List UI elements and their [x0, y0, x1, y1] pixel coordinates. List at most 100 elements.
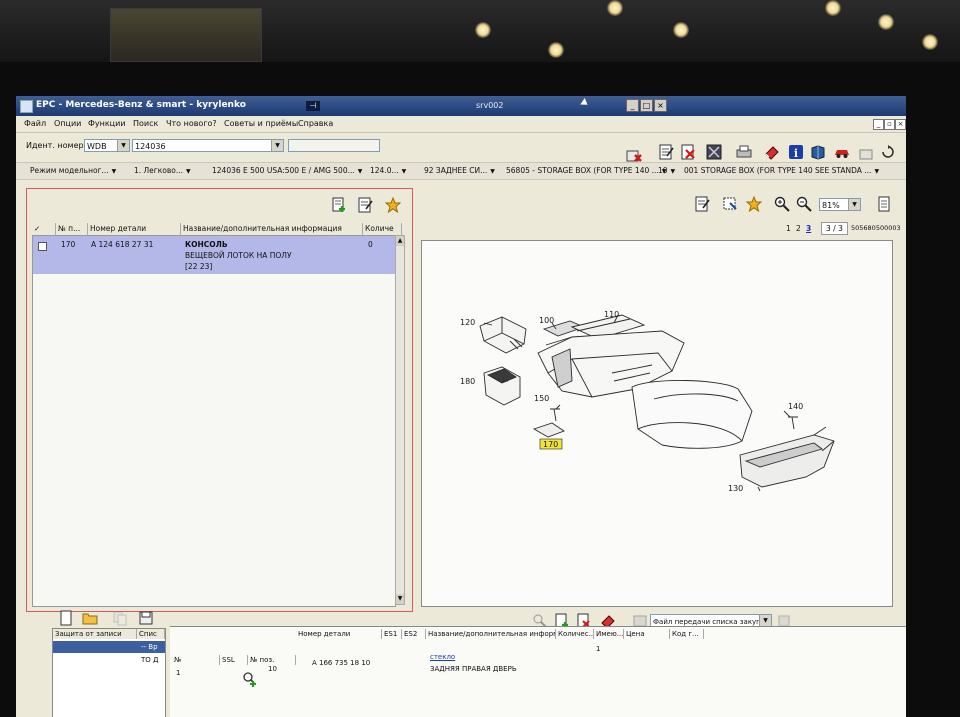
- table-row[interactable]: 170 A 124 618 27 31 КОНСОЛЬ ВЕЩЕВОЙ ЛОТО…: [33, 236, 395, 274]
- add-to-list-icon[interactable]: [331, 197, 347, 213]
- pin-icon[interactable]: ⊣: [306, 101, 320, 111]
- row-part-number: A 166 735 18 10: [312, 659, 371, 667]
- chevron-down-icon: ▼: [670, 168, 676, 175]
- zoom-in-icon[interactable]: [774, 196, 790, 212]
- menu-tips[interactable]: Советы и приёмы: [224, 119, 298, 128]
- info-icon[interactable]: i: [788, 144, 804, 160]
- column-quantity[interactable]: Количе: [363, 223, 402, 235]
- application-window: EPC - Mercedes-Benz & smart - kyrylenko …: [16, 96, 906, 717]
- list-item[interactable]: -- Вр: [53, 641, 165, 653]
- callout-label[interactable]: 130: [728, 484, 743, 493]
- mdi-minimize-button[interactable]: _: [873, 119, 884, 130]
- notes-icon[interactable]: [357, 197, 373, 213]
- exit-icon[interactable]: [880, 144, 896, 160]
- star-icon[interactable]: [385, 197, 401, 213]
- scroll-down-icon[interactable]: ▼: [396, 594, 404, 604]
- column-part-number[interactable]: Номер детали: [296, 629, 382, 639]
- menu-file[interactable]: Файл: [24, 119, 46, 128]
- save-icon[interactable]: [138, 610, 154, 626]
- menu-options[interactable]: Опции: [54, 119, 81, 128]
- copy-icon[interactable]: [112, 610, 128, 626]
- callout-label[interactable]: 150: [534, 394, 549, 403]
- mdi-close-button[interactable]: ×: [895, 119, 906, 130]
- column-price[interactable]: Цена: [624, 629, 670, 639]
- column-code[interactable]: Код г...: [670, 629, 704, 639]
- scroll-up-icon[interactable]: ▲: [396, 236, 404, 246]
- ceiling-light: [673, 22, 689, 38]
- ident-extra-input[interactable]: [288, 139, 380, 152]
- ceiling-light: [548, 42, 564, 58]
- breadcrumb-item[interactable]: 56805 - STORAGE BOX (FOR TYPE 140 ... ▼: [506, 166, 666, 175]
- ident-prefix-select[interactable]: WDB ▼: [84, 139, 130, 152]
- row-checkbox[interactable]: [38, 242, 47, 251]
- row-reference: [22 23]: [185, 262, 213, 271]
- column-part-number[interactable]: Номер детали: [88, 223, 181, 235]
- row-number: 1: [176, 669, 181, 677]
- breadcrumb-item[interactable]: 124.0... ▼: [370, 166, 406, 175]
- callout-label[interactable]: 140: [788, 402, 803, 411]
- column-write-protection[interactable]: Защита от записи: [53, 629, 137, 639]
- new-list-icon[interactable]: [58, 610, 74, 626]
- breadcrumb-label: 56805 - STORAGE BOX (FOR TYPE 140 ...: [506, 166, 659, 175]
- menu-help[interactable]: Справка: [298, 119, 333, 128]
- breadcrumb-label: 1. Легково...: [134, 166, 184, 175]
- callout-label[interactable]: 180: [460, 377, 475, 386]
- menu-functions[interactable]: Функции: [88, 119, 126, 128]
- column-ssl[interactable]: SSL: [220, 655, 248, 665]
- print-icon[interactable]: [736, 144, 752, 160]
- ceiling-light: [878, 14, 894, 30]
- blank-icon[interactable]: [858, 146, 874, 162]
- minimize-button[interactable]: _: [626, 99, 639, 112]
- breadcrumb-item[interactable]: 124036 E 500 USA:500 E / AMG 500... ▼: [212, 166, 362, 175]
- exploded-view-canvas[interactable]: 120 100 110 180 150 170 140 130: [421, 240, 893, 607]
- grid-icon[interactable]: [706, 144, 722, 160]
- manual-icon[interactable]: [810, 144, 826, 160]
- page-link-current[interactable]: 3: [806, 224, 811, 233]
- column-es1[interactable]: ES1: [382, 629, 402, 639]
- callout-label[interactable]: 100: [539, 316, 554, 325]
- close-button[interactable]: ×: [654, 99, 667, 112]
- row-quantity: 0: [368, 240, 373, 249]
- breadcrumb-item[interactable]: 92 ЗАДНЕЕ СИ... ▼: [424, 166, 495, 175]
- page-link[interactable]: 1: [786, 224, 791, 233]
- mdi-restore-button[interactable]: ▫: [884, 119, 895, 130]
- list-item[interactable]: ТО Д: [53, 654, 165, 666]
- ident-number-input[interactable]: 124036 ▼: [132, 139, 284, 152]
- car-icon[interactable]: [834, 144, 850, 160]
- column-quantity[interactable]: Количес...: [556, 629, 594, 639]
- callout-label[interactable]: 120: [460, 318, 475, 327]
- column-number[interactable]: №: [172, 655, 220, 665]
- breadcrumb-item[interactable]: Режим модельног... ▼: [30, 166, 116, 175]
- notes-icon[interactable]: [658, 144, 674, 160]
- menu-whats-new[interactable]: Что нового?: [166, 119, 217, 128]
- breadcrumb-item[interactable]: 1. Легково... ▼: [134, 166, 191, 175]
- breadcrumb-item[interactable]: 10 ▼: [658, 166, 675, 175]
- column-es2[interactable]: ES2: [402, 629, 426, 639]
- notes-icon[interactable]: [694, 196, 710, 212]
- zoom-out-icon[interactable]: [796, 196, 812, 212]
- open-folder-icon[interactable]: [82, 610, 98, 626]
- column-available[interactable]: Имею...: [594, 629, 624, 639]
- maximize-button[interactable]: □: [640, 99, 653, 112]
- column-position[interactable]: № п...: [56, 223, 88, 235]
- column-check[interactable]: ✓: [32, 223, 56, 235]
- column-name[interactable]: Название/дополнительная информ...: [426, 629, 556, 639]
- menu-bar: Файл Опции Функции Поиск Что нового? Сов…: [16, 116, 906, 133]
- page-view-icon[interactable]: [876, 196, 892, 212]
- column-pos[interactable]: № поз.: [248, 655, 296, 665]
- mark-delete-icon[interactable]: [680, 144, 696, 160]
- column-list[interactable]: Спис: [137, 629, 165, 639]
- add-search-icon[interactable]: [242, 671, 258, 687]
- callout-label-selected[interactable]: 170: [543, 440, 558, 449]
- menu-search[interactable]: Поиск: [133, 119, 158, 128]
- zoom-select[interactable]: 81% ▼: [819, 198, 861, 211]
- eraser-icon[interactable]: [764, 144, 780, 160]
- callout-label[interactable]: 110: [604, 310, 619, 319]
- vertical-scrollbar[interactable]: ▲ ▼: [395, 235, 405, 605]
- row-link[interactable]: стекло: [430, 653, 455, 661]
- star-icon[interactable]: [746, 196, 762, 212]
- select-area-icon[interactable]: [722, 196, 738, 212]
- breadcrumb-item[interactable]: 001 STORAGE BOX (FOR TYPE 140 SEE STANDA…: [684, 166, 879, 175]
- page-link[interactable]: 2: [796, 224, 801, 233]
- column-name[interactable]: Название/дополнительная информация: [181, 223, 363, 235]
